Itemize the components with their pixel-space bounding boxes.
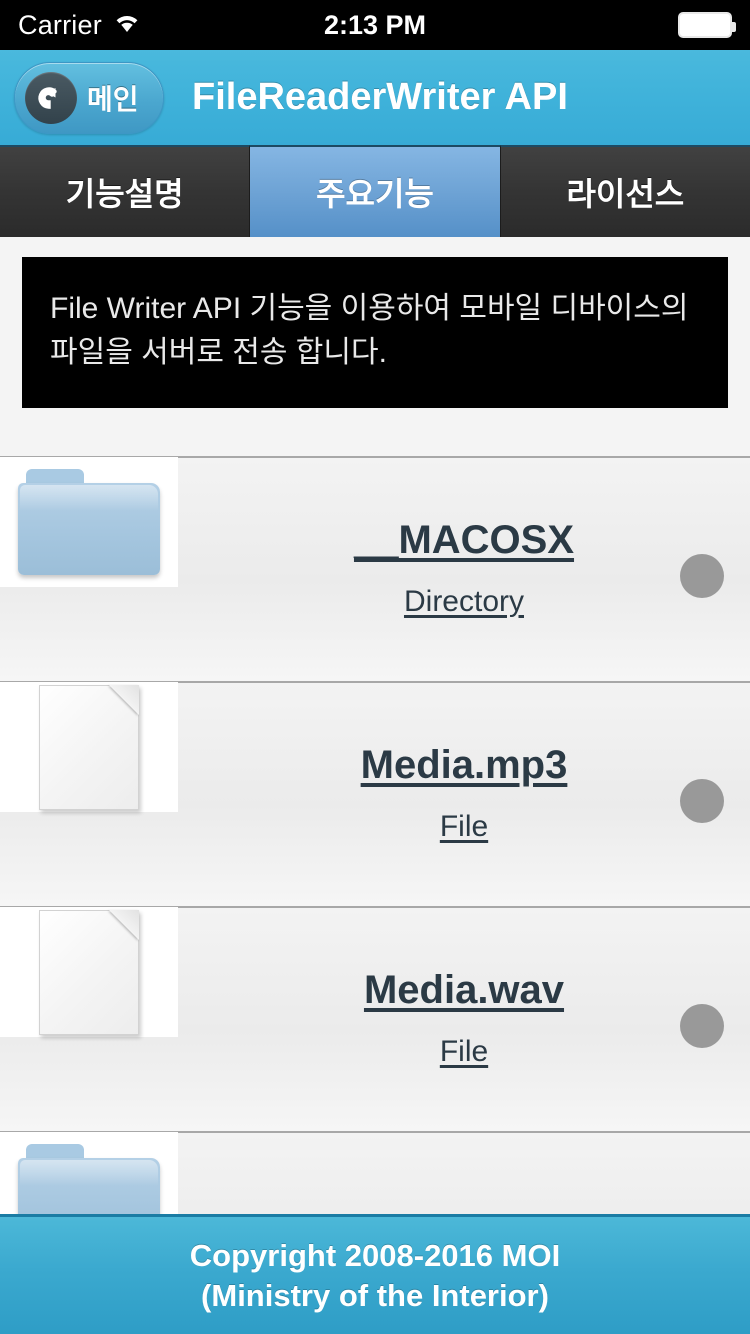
back-button[interactable]: 메인 (14, 62, 164, 134)
status-dot[interactable] (680, 1004, 724, 1048)
status-bar-right (678, 12, 732, 38)
list-item-icon-container (0, 907, 178, 1037)
list-item-type[interactable]: Directory (404, 585, 524, 619)
tab-main-features[interactable]: 주요기능 (250, 145, 500, 237)
folder-icon (14, 463, 164, 581)
list-item-icon-container (0, 682, 178, 812)
description-text: File Writer API 기능을 이용하여 모바일 디바이스의 파일을 서… (50, 287, 700, 374)
document-icon (39, 910, 139, 1035)
back-button-label: 메인 (87, 78, 139, 118)
tab-features-description[interactable]: 기능설명 (0, 145, 250, 237)
wifi-icon (112, 12, 142, 39)
footer-copyright-line2: (Ministry of the Interior) (201, 1278, 549, 1314)
list-item-text: __MACOSX Directory (178, 458, 750, 619)
list-item-type[interactable]: File (440, 1035, 488, 1069)
tab-license[interactable]: 라이선스 (501, 145, 750, 237)
list-item-icon-container (0, 457, 178, 587)
list-item-name[interactable]: Media.wav (364, 968, 564, 1013)
document-icon (39, 685, 139, 810)
app-screen: Carrier 2:13 PM 메인 FileRe (0, 0, 750, 1334)
list-item-type[interactable]: File (440, 810, 488, 844)
file-list: __MACOSX Directory Media.mp3 File (0, 456, 750, 1334)
footer: Copyright 2008-2016 MOI (Ministry of the… (0, 1214, 750, 1334)
page-title: FileReaderWriter API (192, 76, 568, 119)
battery-full-icon (678, 12, 732, 38)
list-item[interactable]: __MACOSX Directory (0, 456, 750, 683)
list-item-name[interactable]: Media.mp3 (361, 743, 568, 788)
list-item-text (178, 1133, 750, 1215)
status-dot[interactable] (680, 779, 724, 823)
list-item-text: Media.mp3 File (178, 683, 750, 844)
list-item-text: Media.wav File (178, 908, 750, 1069)
carrier-label: Carrier (18, 10, 102, 41)
navigation-bar: 메인 FileReaderWriter API (0, 50, 750, 145)
description-box: File Writer API 기능을 이용하여 모바일 디바이스의 파일을 서… (22, 257, 728, 408)
list-item-name[interactable]: __MACOSX (354, 518, 574, 563)
status-bar: Carrier 2:13 PM (0, 0, 750, 50)
tab-bar: 기능설명 주요기능 라이선스 (0, 145, 750, 237)
status-bar-left: Carrier (18, 10, 142, 41)
footer-copyright-line1: Copyright 2008-2016 MOI (190, 1238, 560, 1274)
main-content: File Writer API 기능을 이용하여 모바일 디바이스의 파일을 서… (0, 237, 750, 1334)
back-arrow-icon (25, 72, 77, 124)
status-dot[interactable] (680, 554, 724, 598)
list-item[interactable]: Media.wav File (0, 906, 750, 1133)
list-item[interactable]: Media.mp3 File (0, 681, 750, 908)
